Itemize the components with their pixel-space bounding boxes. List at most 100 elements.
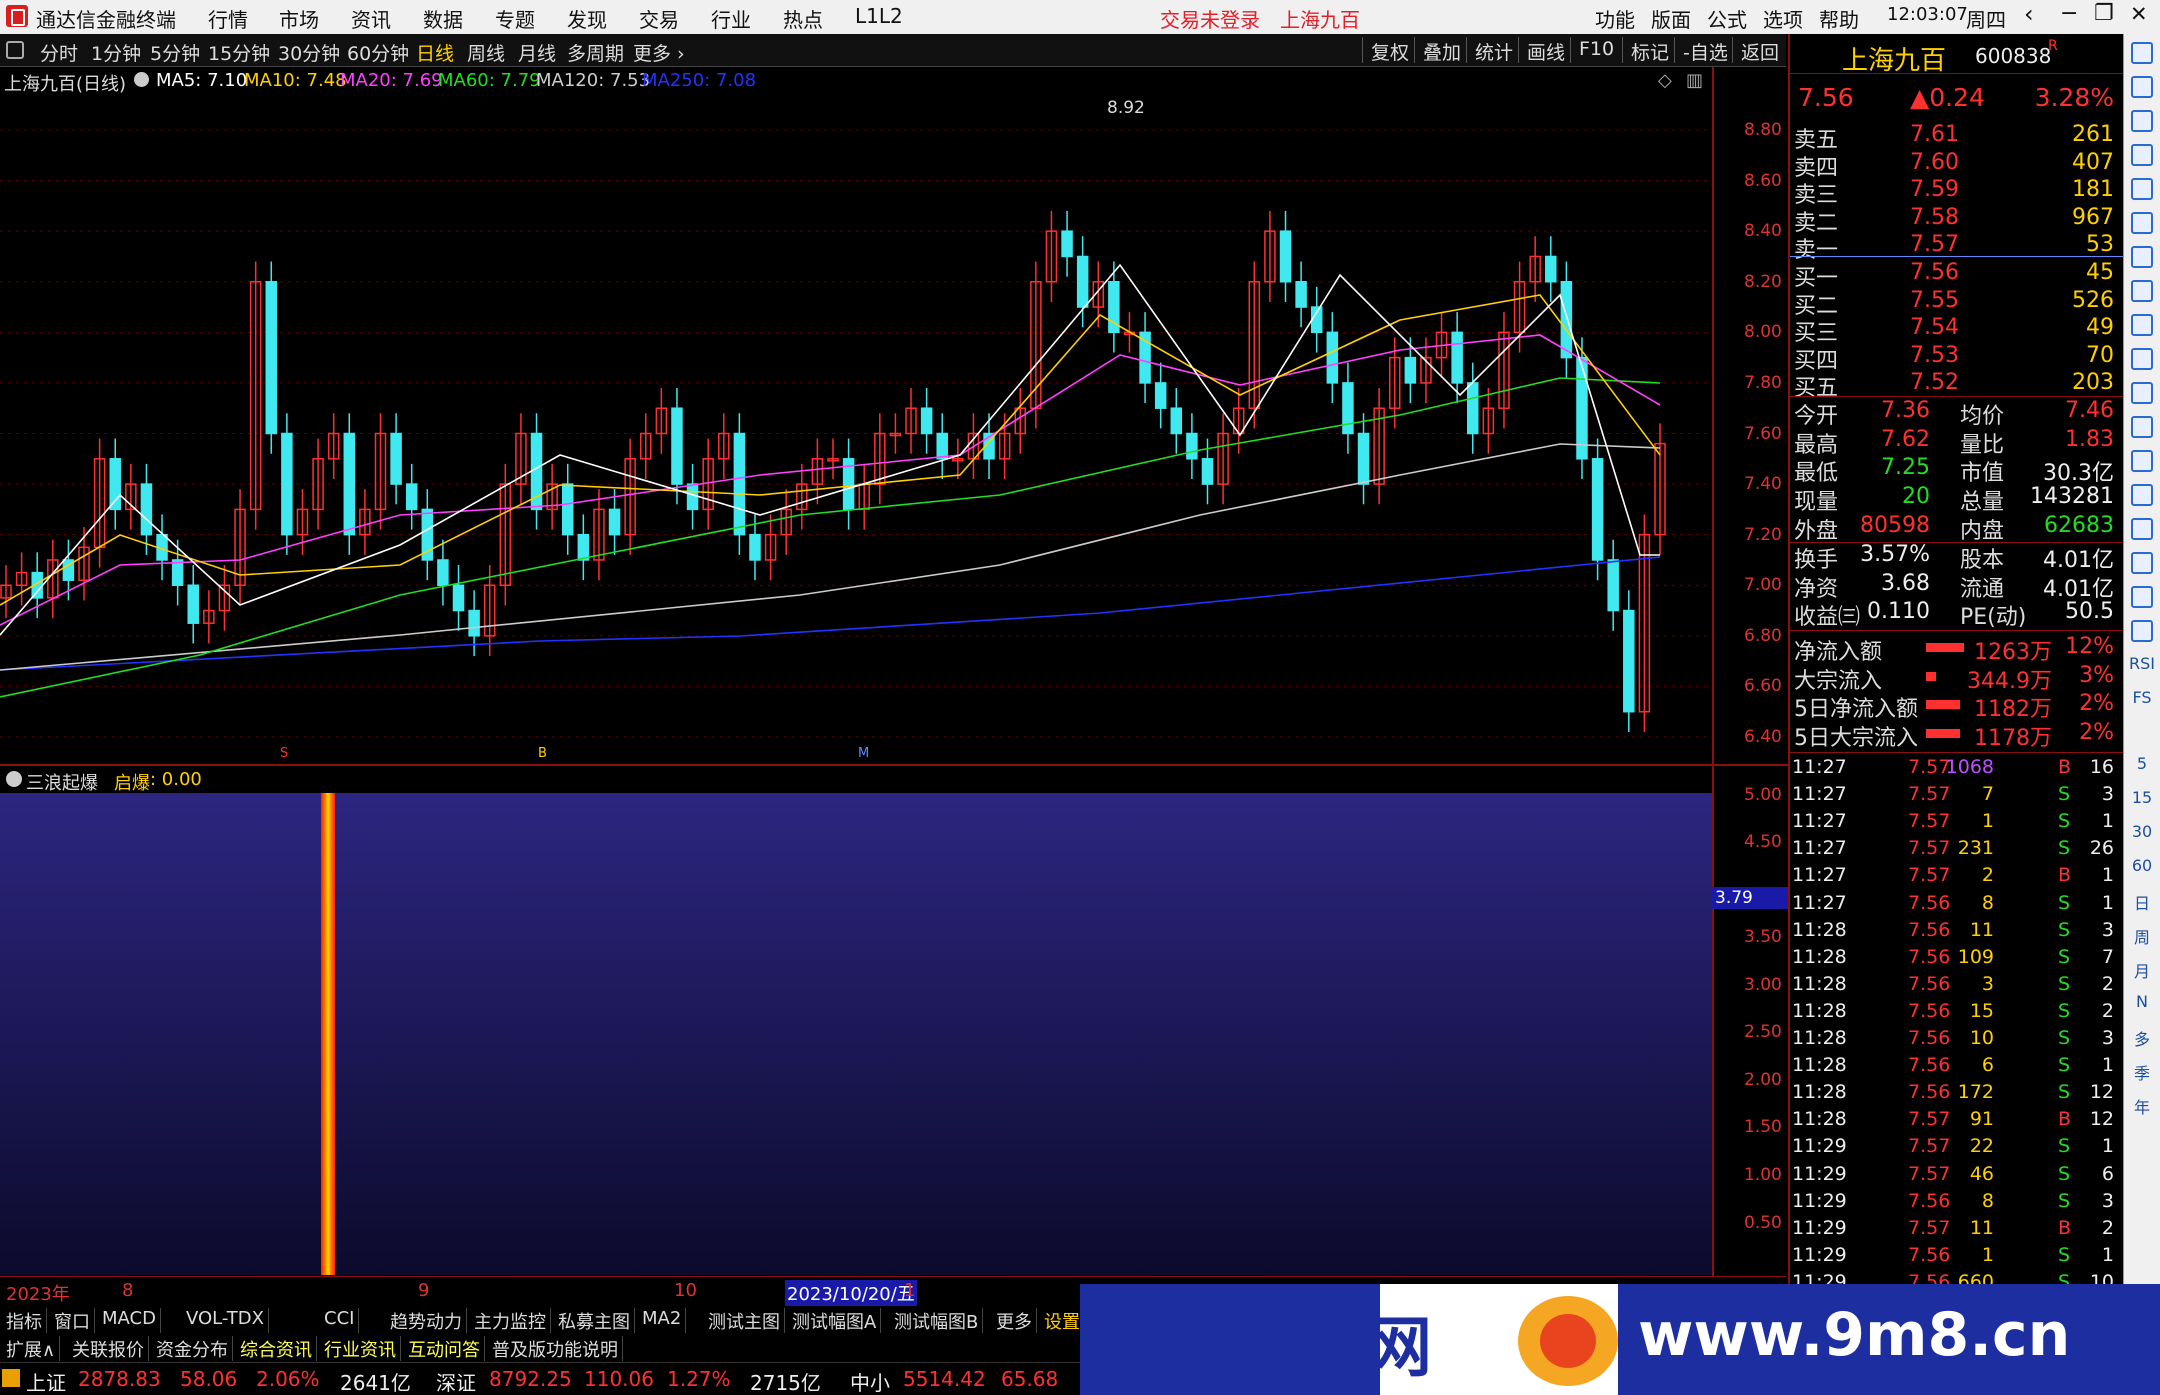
sidebar-tool-icon[interactable] [2131, 110, 2153, 132]
sidebar-tool-icon[interactable] [2131, 620, 2153, 642]
btn-tongji[interactable]: 统计 [1466, 37, 1519, 64]
maximize-icon[interactable]: ❐ [2094, 1, 2114, 26]
btn-huaxian[interactable]: 画线 [1518, 37, 1571, 64]
period-daily[interactable]: 日线 [416, 39, 454, 66]
chart-diamond-icon[interactable]: ◇ [1658, 70, 1672, 91]
minimize-icon[interactable]: − [2060, 1, 2078, 26]
sidebar-period-button[interactable]: 日 [2129, 890, 2155, 914]
period-30min[interactable]: 30分钟 [278, 39, 340, 66]
sidebar-tool-icon[interactable] [2131, 518, 2153, 540]
sidebar-period-button[interactable]: 15 [2129, 788, 2155, 812]
menu-zhuanti[interactable]: 专题 [495, 4, 535, 33]
sidebar-period-button[interactable]: 多 [2129, 1026, 2155, 1050]
menu-l1l2[interactable]: L1L2 [855, 4, 903, 28]
info-tab[interactable]: 关联报价 [68, 1336, 149, 1361]
indicator-tab[interactable]: 窗口 [50, 1308, 95, 1333]
chart-expand-icon[interactable]: ▥ [1686, 70, 1703, 91]
indicator-tab[interactable]: VOL-TDX [182, 1308, 269, 1333]
sidebar-period-button[interactable]: 5 [2129, 754, 2155, 778]
sub-indicator-name[interactable]: 三浪起爆 [26, 769, 98, 795]
period-1min[interactable]: 1分钟 [91, 39, 141, 66]
sidebar-period-button[interactable]: 60 [2129, 856, 2155, 880]
period-weekly[interactable]: 周线 [467, 39, 505, 66]
info-tab[interactable]: 普及版功能说明 [488, 1336, 623, 1361]
sidebar-tool-icon[interactable] [2131, 416, 2153, 438]
menu-shuju[interactable]: 数据 [423, 4, 463, 33]
menu-xuanxiang[interactable]: 选项 [1763, 4, 1803, 33]
period-5min[interactable]: 5分钟 [150, 39, 200, 66]
indicator-tab[interactable]: MACD [98, 1308, 161, 1333]
sidebar-tool-icon[interactable] [2131, 42, 2153, 64]
menu-hangqing[interactable]: 行情 [208, 4, 248, 33]
menu-shichang[interactable]: 市场 [279, 4, 319, 33]
sidebar-tool-icon[interactable] [2131, 280, 2153, 302]
sz-label[interactable]: 深证 [436, 1367, 476, 1395]
info-tab[interactable]: 资金分布 [152, 1336, 233, 1361]
back-icon[interactable]: ‹ [2024, 0, 2034, 28]
indicator-tab[interactable]: 主力监控 [470, 1308, 551, 1333]
period-60min[interactable]: 60分钟 [347, 39, 409, 66]
sidebar-tool-icon[interactable] [2131, 552, 2153, 574]
sidebar-period-button[interactable]: 周 [2129, 924, 2155, 948]
sidebar-tool-icon[interactable] [2131, 484, 2153, 506]
btn-f10[interactable]: F10 [1570, 37, 1620, 63]
close-icon[interactable]: ✕ [2130, 2, 2148, 26]
sidebar-tool-icon[interactable] [2131, 586, 2153, 608]
info-tab[interactable]: 综合资讯 [236, 1336, 317, 1361]
sidebar-period-button[interactable]: 30 [2129, 822, 2155, 846]
three-wave-indicator-chart[interactable] [0, 793, 1712, 1275]
menu-gongshi[interactable]: 公式 [1707, 4, 1747, 33]
sidebar-tool-icon[interactable] [2131, 212, 2153, 234]
sidebar-tool-icon[interactable] [2131, 348, 2153, 370]
indicator-tab[interactable]: CCI [320, 1308, 360, 1333]
indicator-tab[interactable]: 指标 [2, 1308, 47, 1333]
menu-banmian[interactable]: 版面 [1651, 4, 1691, 33]
sidebar-tool-icon[interactable] [2131, 144, 2153, 166]
sidebar-tool-icon[interactable] [2131, 178, 2153, 200]
menu-hangye[interactable]: 行业 [711, 4, 751, 33]
info-tab[interactable]: 行业资讯 [320, 1336, 401, 1361]
indicator-tab[interactable]: 趋势动力 [386, 1308, 467, 1333]
menu-bangzhu[interactable]: 帮助 [1819, 4, 1859, 33]
sidebar-tool-icon[interactable] [2131, 450, 2153, 472]
indicator-tab[interactable]: MA2 [638, 1308, 687, 1333]
login-status[interactable]: 交易未登录 [1160, 4, 1260, 33]
sidebar-period-button[interactable]: 季 [2129, 1060, 2155, 1084]
period-more[interactable]: 更多 › [633, 39, 685, 66]
sidebar-period-button[interactable]: FS [2129, 688, 2155, 712]
menu-faxian[interactable]: 发现 [567, 4, 607, 33]
sub-settings-icon[interactable] [6, 771, 22, 787]
sh-label[interactable]: 上证 [26, 1367, 66, 1395]
indicator-tab[interactable]: 私募主图 [554, 1308, 635, 1333]
indicator-tab[interactable]: 测试主图 [704, 1308, 785, 1333]
indicator-tab[interactable]: 测试幅图A [788, 1308, 882, 1333]
settings-dot-icon[interactable] [134, 72, 149, 87]
zx-label[interactable]: 中小 [850, 1367, 890, 1395]
sidebar-tool-icon[interactable] [2131, 76, 2153, 98]
btn-fuquan[interactable]: 复权 [1362, 37, 1415, 64]
indicator-tab[interactable]: 设置 [1040, 1308, 1085, 1333]
sidebar-tool-icon[interactable] [2131, 246, 2153, 268]
btn-zixuan[interactable]: -自选 [1674, 37, 1734, 64]
btn-diejia[interactable]: 叠加 [1414, 37, 1467, 64]
info-tab[interactable]: 互动问答 [404, 1336, 485, 1361]
period-multi[interactable]: 多周期 [567, 39, 624, 66]
sidebar-period-button[interactable]: 年 [2129, 1094, 2155, 1118]
indicator-tab[interactable]: 测试幅图B [890, 1308, 984, 1333]
candlestick-chart[interactable]: 8.92 S B M [0, 95, 1712, 765]
period-monthly[interactable]: 月线 [518, 39, 556, 66]
sidebar-period-button[interactable]: N [2129, 992, 2155, 1016]
period-15min[interactable]: 15分钟 [208, 39, 270, 66]
info-tab[interactable]: 扩展∧ [2, 1336, 61, 1361]
menu-zixun[interactable]: 资讯 [351, 4, 391, 33]
btn-fanhui[interactable]: 返回 [1732, 37, 1785, 64]
menu-gongneng[interactable]: 功能 [1595, 4, 1635, 33]
menu-jiaoyi[interactable]: 交易 [639, 4, 679, 33]
sidebar-tool-icon[interactable] [2131, 382, 2153, 404]
period-fenshi[interactable]: 分时 [40, 39, 78, 66]
indicator-tab[interactable]: 更多 [992, 1308, 1037, 1333]
sidebar-tool-icon[interactable] [2131, 314, 2153, 336]
sidebar-period-button[interactable]: RSI [2129, 654, 2155, 678]
menu-redian[interactable]: 热点 [783, 4, 823, 33]
panel-toggle-icon[interactable] [6, 41, 24, 59]
